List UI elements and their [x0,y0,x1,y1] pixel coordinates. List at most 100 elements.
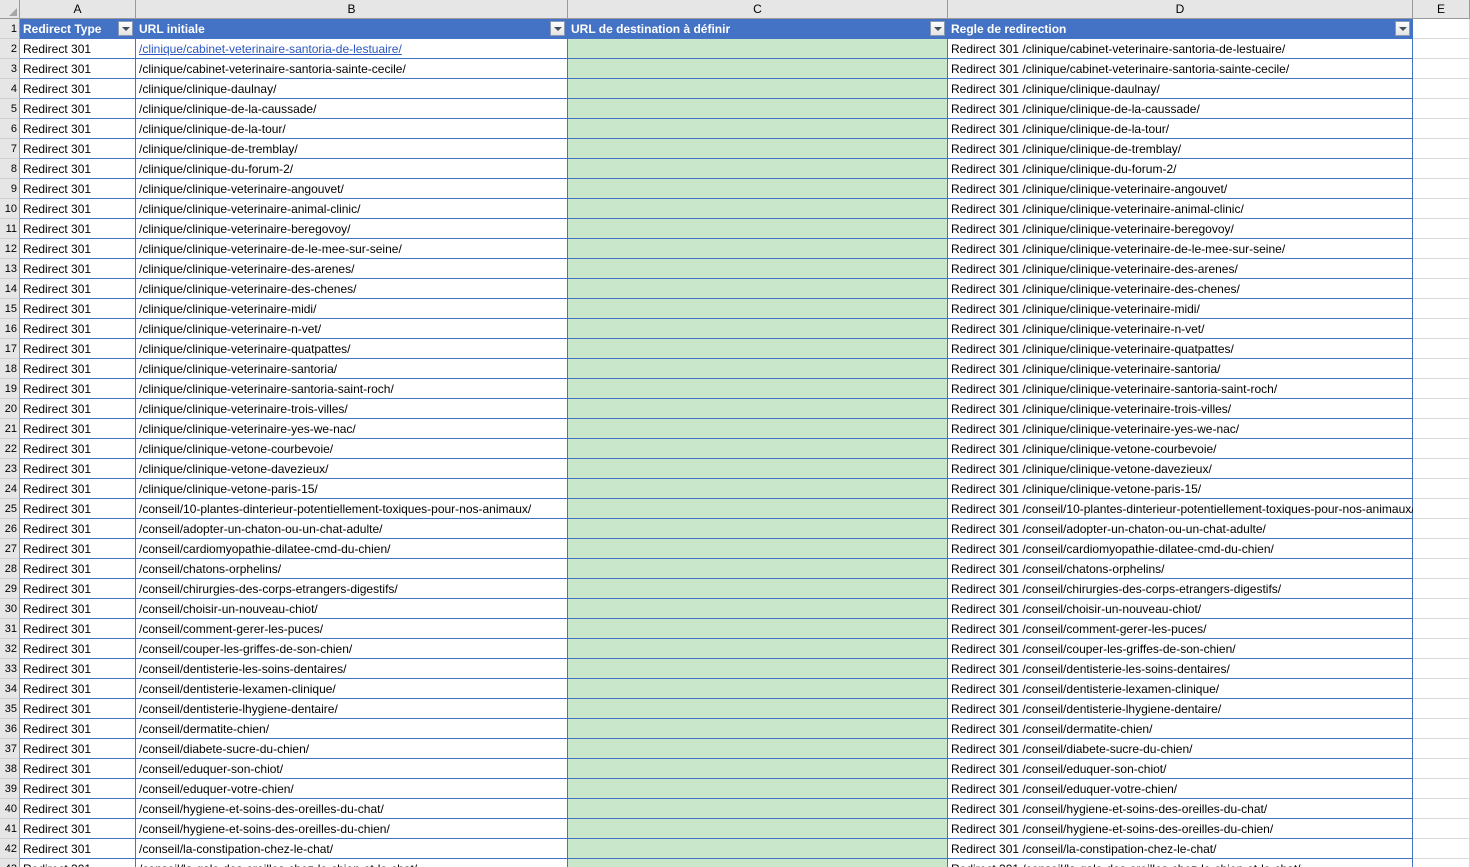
cell-c[interactable] [568,719,948,739]
row-header-17[interactable]: 17 [0,339,20,359]
cell-d[interactable]: Redirect 301 /clinique/clinique-veterina… [948,379,1413,399]
row-header-23[interactable]: 23 [0,459,20,479]
cell-b[interactable]: /clinique/clinique-veterinaire-santoria-… [136,379,568,399]
cell-e[interactable] [1413,779,1470,799]
cell-b[interactable]: /clinique/clinique-veterinaire-angouvet/ [136,179,568,199]
cell-e[interactable] [1413,99,1470,119]
cell-e[interactable] [1413,139,1470,159]
cell-b[interactable]: /conseil/hygiene-et-soins-des-oreilles-d… [136,799,568,819]
cell-d[interactable]: Redirect 301 /conseil/chirurgies-des-cor… [948,579,1413,599]
cell-d[interactable]: Redirect 301 /clinique/clinique-veterina… [948,259,1413,279]
cell-b[interactable]: /clinique/clinique-veterinaire-midi/ [136,299,568,319]
row-header-7[interactable]: 7 [0,139,20,159]
cell-b[interactable]: /clinique/clinique-daulnay/ [136,79,568,99]
cell-e[interactable] [1413,579,1470,599]
cell-b[interactable]: /conseil/chatons-orphelins/ [136,559,568,579]
cell-c[interactable] [568,279,948,299]
cell-a[interactable]: Redirect 301 [20,739,136,759]
cell-c[interactable] [568,599,948,619]
cell-c[interactable] [568,259,948,279]
cell-a[interactable]: Redirect 301 [20,479,136,499]
cell-a[interactable]: Redirect 301 [20,459,136,479]
cell-a[interactable]: Redirect 301 [20,439,136,459]
cell-c[interactable] [568,179,948,199]
cell-c[interactable] [568,419,948,439]
cell-e[interactable] [1413,519,1470,539]
cell-a[interactable]: Redirect 301 [20,859,136,867]
cell-c[interactable] [568,359,948,379]
cell-b[interactable]: /conseil/dentisterie-lhygiene-dentaire/ [136,699,568,719]
cell-d[interactable]: Redirect 301 /conseil/adopter-un-chaton-… [948,519,1413,539]
cell-b[interactable]: /clinique/clinique-vetone-courbevoie/ [136,439,568,459]
cell-e[interactable] [1413,299,1470,319]
column-header-d[interactable]: D [948,0,1413,18]
cell-c[interactable] [568,99,948,119]
cell-e[interactable] [1413,179,1470,199]
cell-c[interactable] [568,139,948,159]
cell-a[interactable]: Redirect 301 [20,519,136,539]
cell-d[interactable]: Redirect 301 /conseil/dentisterie-lhygie… [948,699,1413,719]
row-header-30[interactable]: 30 [0,599,20,619]
row-header-42[interactable]: 42 [0,839,20,859]
column-header-a[interactable]: A [20,0,136,18]
cell-d[interactable]: Redirect 301 /clinique/clinique-veterina… [948,179,1413,199]
cell-d[interactable]: Redirect 301 /clinique/clinique-veterina… [948,239,1413,259]
cell-e[interactable] [1413,719,1470,739]
cell-c[interactable] [568,579,948,599]
header-cell-b[interactable]: URL initiale [136,19,568,39]
cell-a[interactable]: Redirect 301 [20,259,136,279]
cell-c[interactable] [568,519,948,539]
row-header-28[interactable]: 28 [0,559,20,579]
row-header-4[interactable]: 4 [0,79,20,99]
cell-d[interactable]: Redirect 301 /conseil/la-constipation-ch… [948,839,1413,859]
cell-b[interactable]: /clinique/clinique-veterinaire-quatpatte… [136,339,568,359]
cell-c[interactable] [568,239,948,259]
filter-dropdown-icon-d[interactable] [1395,21,1410,36]
cell-a[interactable]: Redirect 301 [20,819,136,839]
cell-b[interactable]: /conseil/dentisterie-lexamen-clinique/ [136,679,568,699]
row-header-1[interactable]: 1 [0,19,20,39]
cell-e[interactable] [1413,119,1470,139]
row-header-2[interactable]: 2 [0,39,20,59]
cell-d[interactable]: Redirect 301 /clinique/clinique-de-la-to… [948,119,1413,139]
cell-e[interactable] [1413,459,1470,479]
cell-a[interactable]: Redirect 301 [20,699,136,719]
cell-e[interactable] [1413,839,1470,859]
cell-c[interactable] [568,819,948,839]
row-header-19[interactable]: 19 [0,379,20,399]
cell-c[interactable] [568,39,948,59]
row-header-3[interactable]: 3 [0,59,20,79]
row-header-35[interactable]: 35 [0,699,20,719]
cell-e[interactable] [1413,199,1470,219]
column-header-e[interactable]: E [1413,0,1470,18]
cell-a[interactable]: Redirect 301 [20,39,136,59]
cell-e[interactable] [1413,659,1470,679]
cell-c[interactable] [568,79,948,99]
cell-c[interactable] [568,479,948,499]
cell-a[interactable]: Redirect 301 [20,159,136,179]
cell-d[interactable]: Redirect 301 /conseil/eduquer-son-chiot/ [948,759,1413,779]
filter-dropdown-icon-a[interactable] [118,21,133,36]
cell-d[interactable]: Redirect 301 /clinique/clinique-veterina… [948,339,1413,359]
row-header-6[interactable]: 6 [0,119,20,139]
cell-b[interactable]: /conseil/diabete-sucre-du-chien/ [136,739,568,759]
cell-c[interactable] [568,299,948,319]
row-header-26[interactable]: 26 [0,519,20,539]
cell-e[interactable] [1413,79,1470,99]
cell-d[interactable]: Redirect 301 /clinique/clinique-veterina… [948,279,1413,299]
row-header-36[interactable]: 36 [0,719,20,739]
row-header-41[interactable]: 41 [0,819,20,839]
cell-b[interactable]: /clinique/clinique-de-la-caussade/ [136,99,568,119]
cell-e[interactable] [1413,379,1470,399]
header-cell-a[interactable]: Redirect Type [20,19,136,39]
row-header-39[interactable]: 39 [0,779,20,799]
cell-d[interactable]: Redirect 301 /conseil/chatons-orphelins/ [948,559,1413,579]
cell-b[interactable]: /clinique/clinique-veterinaire-des-arene… [136,259,568,279]
cell-e[interactable] [1413,59,1470,79]
cell-e[interactable] [1413,639,1470,659]
row-header-16[interactable]: 16 [0,319,20,339]
cell-a[interactable]: Redirect 301 [20,179,136,199]
cell-e[interactable] [1413,599,1470,619]
cell-e[interactable] [1413,759,1470,779]
cell-c[interactable] [568,159,948,179]
